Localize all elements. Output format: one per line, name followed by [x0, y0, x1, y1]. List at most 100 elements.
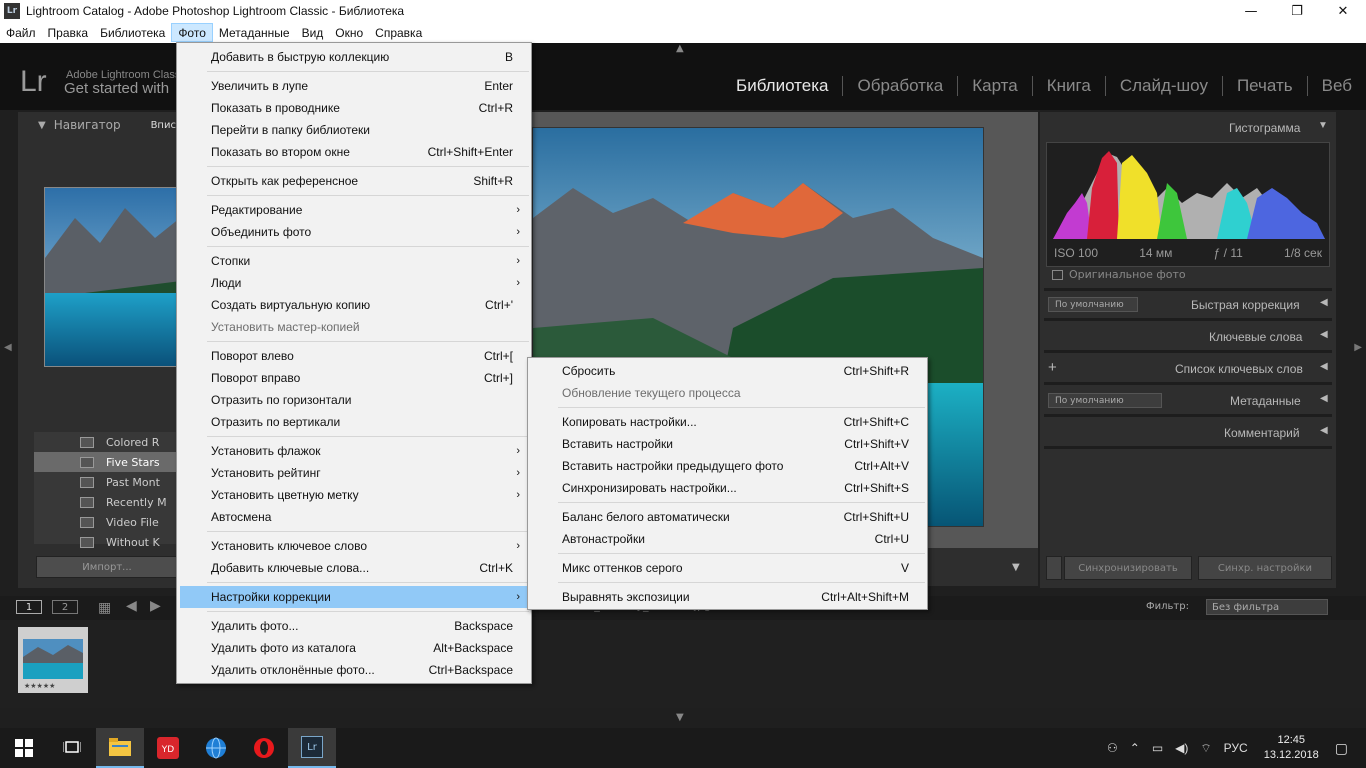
- photo-menu-item[interactable]: Объединить фото ›: [180, 221, 530, 243]
- filter-select[interactable]: Без фильтра: [1206, 599, 1328, 615]
- develop-menu-item[interactable]: Выравнять экспозиции Ctrl+Alt+Shift+M: [531, 586, 926, 608]
- sync-button[interactable]: Синхронизировать: [1064, 556, 1192, 580]
- left-panel-toggle-icon[interactable]: ◀: [4, 342, 12, 353]
- develop-menu-item[interactable]: Баланс белого автоматически Ctrl+Shift+U: [531, 506, 926, 528]
- add-keyword-icon[interactable]: +: [1048, 359, 1057, 376]
- develop-menu-item[interactable]: Копировать настройки... Ctrl+Shift+C: [531, 411, 926, 433]
- yandex-disk-icon[interactable]: YD: [144, 728, 192, 768]
- module-print[interactable]: Печать: [1223, 76, 1307, 96]
- menu-file[interactable]: Файл: [0, 23, 42, 42]
- metadata-preset-select[interactable]: По умолчанию: [1048, 393, 1162, 408]
- photo-menu-item[interactable]: Удалить отклонённые фото... Ctrl+Backspac…: [180, 659, 530, 681]
- comments-title[interactable]: Комментарий: [1224, 426, 1300, 440]
- battery-icon[interactable]: ▭: [1152, 741, 1163, 755]
- photo-menu-item[interactable]: Поворот вправо Ctrl+]: [180, 367, 530, 389]
- develop-menu-item[interactable]: Сбросить Ctrl+Shift+R: [531, 360, 926, 382]
- lightroom-icon[interactable]: Lr: [288, 728, 336, 768]
- windows-start-icon[interactable]: [0, 728, 48, 768]
- action-center-icon[interactable]: ▢: [1335, 740, 1348, 757]
- toolbar-dropdown-icon[interactable]: ▼: [1012, 562, 1020, 573]
- menu-edit[interactable]: Правка: [42, 23, 95, 42]
- module-library[interactable]: Библиотека: [722, 76, 842, 96]
- collapse-bottom-arrow-icon[interactable]: ▼: [676, 712, 684, 723]
- metadata-title[interactable]: Метаданные: [1230, 394, 1301, 408]
- second-window-button[interactable]: 2: [52, 600, 78, 614]
- photo-menu-item[interactable]: Перейти в папку библиотеки: [180, 119, 530, 141]
- browser-globe-icon[interactable]: [192, 728, 240, 768]
- photo-menu-item[interactable]: Отразить по вертикали: [180, 411, 530, 433]
- maximize-button[interactable]: ❐: [1274, 0, 1320, 22]
- photo-menu-item[interactable]: Настройки коррекции ›: [180, 586, 530, 608]
- module-develop[interactable]: Обработка: [843, 76, 957, 96]
- opera-icon[interactable]: [240, 728, 288, 768]
- photo-menu-item[interactable]: Добавить ключевые слова... Ctrl+K: [180, 557, 530, 579]
- volume-icon[interactable]: ◀): [1175, 741, 1188, 755]
- photo-menu-item[interactable]: Создать виртуальную копию Ctrl+': [180, 294, 530, 316]
- keywording-title[interactable]: Ключевые слова: [1209, 330, 1302, 344]
- task-view-icon[interactable]: [48, 728, 96, 768]
- photo-menu-item[interactable]: Установить рейтинг ›: [180, 462, 530, 484]
- saved-preset-select[interactable]: По умолчанию: [1048, 297, 1138, 312]
- grid-view-icon[interactable]: ▦: [98, 600, 111, 616]
- develop-menu-item[interactable]: Вставить настройки Ctrl+Shift+V: [531, 433, 926, 455]
- develop-menu-item[interactable]: Вставить настройки предыдущего фото Ctrl+…: [531, 455, 926, 477]
- file-explorer-icon[interactable]: [96, 728, 144, 768]
- develop-menu-item[interactable]: Синхронизировать настройки... Ctrl+Shift+…: [531, 477, 926, 499]
- menu-photo[interactable]: Фото: [171, 23, 213, 42]
- menu-library[interactable]: Библиотека: [94, 23, 171, 42]
- checkbox[interactable]: [1052, 269, 1063, 280]
- menu-help[interactable]: Справка: [369, 23, 428, 42]
- photo-menu-item[interactable]: Редактирование ›: [180, 199, 530, 221]
- expand-triangle-icon[interactable]: ◀: [1320, 393, 1328, 404]
- menu-view[interactable]: Вид: [296, 23, 330, 42]
- network-icon[interactable]: ⌔: [1200, 741, 1211, 756]
- expand-triangle-icon[interactable]: ◀: [1320, 297, 1328, 308]
- collapse-top-arrow-icon[interactable]: ▲: [676, 43, 684, 54]
- photo-menu-item[interactable]: Люди ›: [180, 272, 530, 294]
- collapse-triangle-icon[interactable]: ▼: [38, 120, 46, 131]
- develop-menu-item[interactable]: Автонастройки Ctrl+U: [531, 528, 926, 550]
- photo-menu-item[interactable]: Добавить в быструю коллекцию B: [180, 46, 530, 68]
- photo-menu-item[interactable]: Установить флажок ›: [180, 440, 530, 462]
- clock[interactable]: 12:45 13.12.2018: [1264, 733, 1319, 763]
- original-photo-toggle[interactable]: Оригинальное фото: [1052, 268, 1186, 281]
- minimize-button[interactable]: —: [1228, 0, 1274, 22]
- menu-metadata[interactable]: Метаданные: [213, 23, 296, 42]
- main-window-button[interactable]: 1: [16, 600, 42, 614]
- quick-develop-title[interactable]: Быстрая коррекция: [1191, 298, 1300, 312]
- show-hidden-icons[interactable]: ⌃: [1130, 741, 1140, 755]
- photo-menu-item[interactable]: Показать в проводнике Ctrl+R: [180, 97, 530, 119]
- expand-triangle-icon[interactable]: ◀: [1320, 329, 1328, 340]
- module-map[interactable]: Карта: [958, 76, 1032, 96]
- right-panel-toggle-icon[interactable]: ▶: [1354, 342, 1362, 353]
- auto-sync-switch[interactable]: [1046, 556, 1062, 580]
- module-slideshow[interactable]: Слайд-шоу: [1106, 76, 1222, 96]
- develop-menu-item[interactable]: Микс оттенков серого V: [531, 557, 926, 579]
- keyword-list-title[interactable]: Список ключевых слов: [1175, 362, 1303, 376]
- photo-menu-item[interactable]: Установить ключевое слово ›: [180, 535, 530, 557]
- photo-menu-item[interactable]: Установить цветную метку ›: [180, 484, 530, 506]
- photo-menu-item[interactable]: Стопки ›: [180, 250, 530, 272]
- photo-menu-item[interactable]: Поворот влево Ctrl+[: [180, 345, 530, 367]
- sync-settings-button[interactable]: Синхр. настройки: [1198, 556, 1332, 580]
- previous-icon[interactable]: ◀: [126, 598, 137, 614]
- photo-menu-item[interactable]: Отразить по горизонтали: [180, 389, 530, 411]
- people-icon[interactable]: ⚇: [1107, 741, 1118, 755]
- collapse-triangle-icon[interactable]: ▼: [1318, 120, 1328, 131]
- import-button[interactable]: Импорт...: [36, 556, 178, 578]
- filmstrip-thumbnail[interactable]: ★★★★★: [18, 627, 88, 693]
- photo-menu-item[interactable]: Удалить фото из каталога Alt+Backspace: [180, 637, 530, 659]
- photo-menu-item[interactable]: Открыть как референсное Shift+R: [180, 170, 530, 192]
- menu-window[interactable]: Окно: [329, 23, 369, 42]
- next-icon[interactable]: ▶: [150, 598, 161, 614]
- module-book[interactable]: Книга: [1033, 76, 1105, 96]
- photo-menu-item[interactable]: Показать во втором окне Ctrl+Shift+Enter: [180, 141, 530, 163]
- photo-menu-item[interactable]: Удалить фото... Backspace: [180, 615, 530, 637]
- photo-menu-item[interactable]: Автосмена: [180, 506, 530, 528]
- histogram-title[interactable]: Гистограмма: [1229, 121, 1300, 135]
- navigator-header[interactable]: ▼ Навигатор Вписать: [18, 114, 200, 136]
- language-indicator[interactable]: РУС: [1224, 741, 1248, 755]
- photo-menu-item[interactable]: Увеличить в лупе Enter: [180, 75, 530, 97]
- module-web[interactable]: Веб: [1308, 76, 1366, 96]
- close-button[interactable]: ✕: [1320, 0, 1366, 22]
